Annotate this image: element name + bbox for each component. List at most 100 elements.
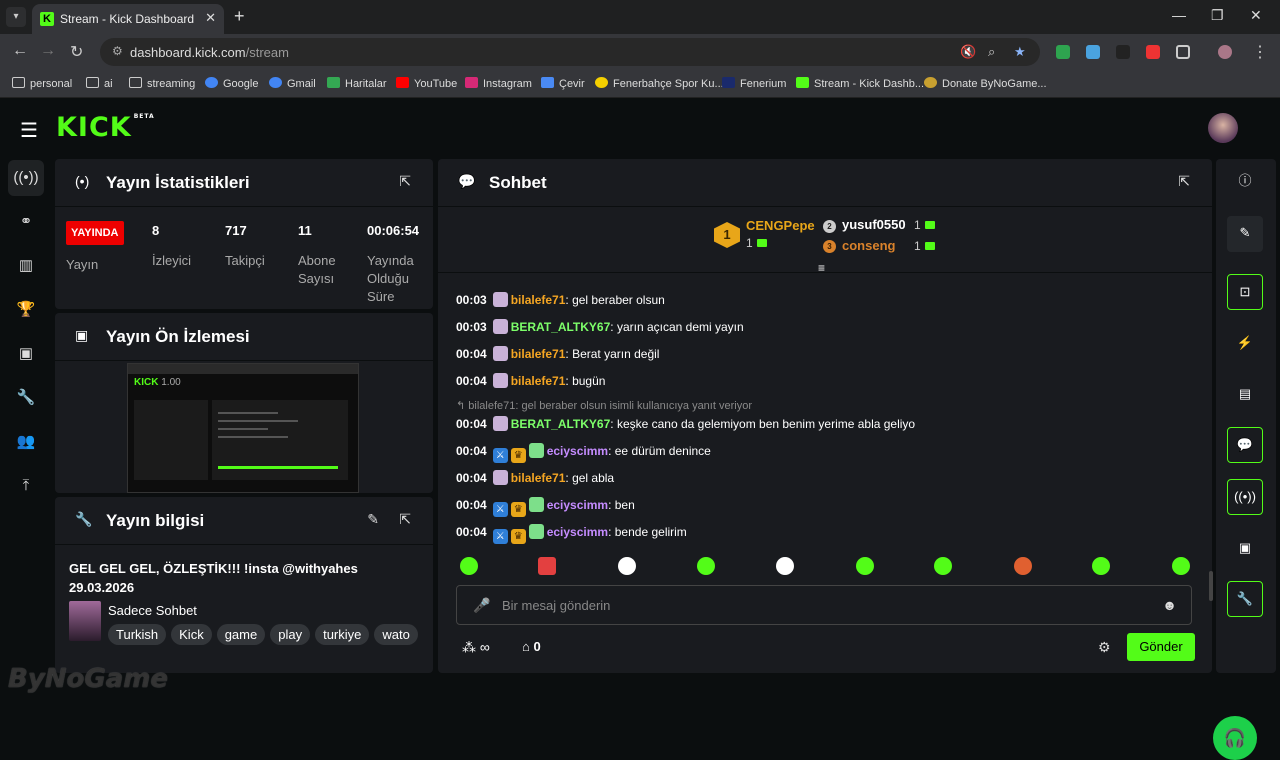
bookmark-bynogame[interactable]: Donate ByNoGame...	[924, 77, 1047, 90]
stream-nav-icon[interactable]: ((•))	[8, 160, 44, 196]
edit-pencil-icon[interactable]: ✎	[1227, 216, 1263, 252]
community-nav-icon[interactable]: 👥	[8, 424, 44, 460]
extensions-puzzle-icon[interactable]	[1176, 45, 1190, 59]
popout-icon[interactable]: ⇱	[399, 511, 411, 528]
chat-settings-gear-icon[interactable]: ⚙	[1098, 639, 1111, 656]
back-button[interactable]: ←	[12, 42, 28, 60]
chat-username[interactable]: eciyscimm	[547, 525, 608, 539]
info-icon[interactable]: ⓘ	[1227, 164, 1263, 200]
bookmark-personal[interactable]: personal	[12, 77, 72, 90]
menu-icon[interactable]: ☰	[20, 118, 38, 143]
close-window-button[interactable]: ✕	[1250, 7, 1262, 24]
trophy-nav-icon[interactable]: 🏆	[8, 292, 44, 328]
bookmark-gmail[interactable]: Gmail	[269, 77, 316, 90]
site-info-icon[interactable]: ⚙	[112, 44, 123, 58]
chat-message-input[interactable]: 🎤 Bir mesaj gönderin ☻	[456, 585, 1192, 625]
chat-username[interactable]: eciyscimm	[547, 444, 608, 458]
minimize-button[interactable]: —	[1172, 7, 1186, 23]
chat-username[interactable]: bilalefe71	[511, 293, 566, 307]
tools-nav-icon[interactable]: 🔧	[8, 380, 44, 416]
emote-icon[interactable]	[697, 557, 715, 575]
link-nav-icon[interactable]: ⚭	[8, 204, 44, 240]
chat-bubble-icon[interactable]: 💬	[1227, 427, 1263, 463]
emote-icon[interactable]	[1014, 557, 1032, 575]
emote-icon[interactable]	[776, 557, 794, 575]
emote-icon[interactable]	[934, 557, 952, 575]
zoom-icon[interactable]: ⌕	[988, 44, 995, 60]
maximize-button[interactable]: ❐	[1211, 7, 1224, 24]
wrench-icon[interactable]: 🔧	[1227, 581, 1263, 617]
profile-avatar[interactable]	[1218, 45, 1232, 59]
collapse-leaderboard-icon[interactable]: ≡	[818, 261, 825, 275]
microphone-icon[interactable]: 🎤	[473, 597, 490, 614]
browser-menu-icon[interactable]: ⋮	[1252, 42, 1268, 62]
popout-icon[interactable]: ⇱	[1178, 173, 1190, 190]
bookmark-star-icon[interactable]: ★	[1014, 44, 1026, 60]
send-button[interactable]: Gönder	[1127, 633, 1195, 661]
chat-scrollbar[interactable]	[1209, 571, 1213, 601]
bookmark-kick-dashboard[interactable]: Stream - Kick Dashb...	[796, 77, 924, 90]
upload-nav-icon[interactable]: ⤒	[8, 468, 44, 504]
bookmark-instagram[interactable]: Instagram	[465, 77, 532, 90]
video-extension-icon[interactable]	[1146, 45, 1160, 59]
tag[interactable]: wato	[374, 624, 418, 645]
bookmark-youtube[interactable]: YouTube	[396, 77, 457, 90]
tag[interactable]: game	[216, 624, 266, 645]
bookmark-ai[interactable]: ai	[86, 77, 113, 90]
shield-extension-icon[interactable]	[1056, 45, 1070, 59]
chat-username[interactable]: bilalefe71	[511, 347, 566, 361]
tag[interactable]: Kick	[171, 624, 212, 645]
support-headset-icon[interactable]: 🎧	[1213, 716, 1257, 760]
translate-extension-icon[interactable]	[1086, 45, 1100, 59]
screenshot-icon[interactable]: ⊡	[1227, 274, 1263, 310]
new-tab-button[interactable]: +	[234, 6, 245, 27]
store-count[interactable]: ⌂ 0	[522, 639, 541, 654]
browser-tab[interactable]: K Stream - Kick Dashboard ✕	[32, 4, 224, 34]
bookmark-streaming[interactable]: streaming	[129, 77, 195, 90]
gifter-name[interactable]: conseng	[842, 238, 895, 253]
tab-search-button[interactable]: ▾	[6, 7, 26, 27]
stream-preview-thumbnail[interactable]: KICK 1.00	[127, 363, 359, 493]
emoji-picker-icon[interactable]: ☻	[1162, 597, 1177, 613]
bookmark-maps[interactable]: Haritalar	[327, 77, 387, 90]
chat-username[interactable]: eciyscimm	[547, 498, 608, 512]
notes-icon[interactable]: ▤	[1227, 377, 1263, 413]
chat-username[interactable]: BERAT_ALTKY67	[511, 320, 611, 334]
address-bar[interactable]: ⚙ dashboard.kick.com/stream 🔇 ⌕ ★	[100, 38, 1040, 66]
emote-icon[interactable]	[538, 557, 556, 575]
emote-icon[interactable]	[1172, 557, 1190, 575]
bookmark-fenerium[interactable]: Fenerium	[722, 77, 786, 90]
bookmark-translate[interactable]: Çevir	[541, 77, 585, 90]
chat-username[interactable]: bilalefe71	[511, 471, 566, 485]
video-nav-icon[interactable]: ▣	[8, 336, 44, 372]
kick-logo[interactable]: KICK BETA	[56, 112, 155, 143]
forward-button[interactable]: →	[40, 42, 56, 60]
emote-icon[interactable]	[1092, 557, 1110, 575]
emote-icon[interactable]	[460, 557, 478, 575]
gifter-name[interactable]: yusuf0550	[842, 217, 906, 232]
popout-icon[interactable]: ⇱	[399, 173, 411, 190]
gifter-name[interactable]: CENGPepe	[746, 218, 815, 233]
emote-icon[interactable]	[856, 557, 874, 575]
analytics-nav-icon[interactable]: ▥	[8, 248, 44, 284]
tab-close-icon[interactable]: ✕	[205, 10, 216, 26]
user-avatar[interactable]	[1208, 113, 1238, 143]
emote-icon[interactable]	[618, 557, 636, 575]
lightning-icon[interactable]: ⚡	[1227, 326, 1263, 362]
tag[interactable]: turkiye	[315, 624, 370, 645]
tag[interactable]: play	[270, 624, 311, 645]
channel-points[interactable]: ⁂ ∞	[462, 639, 490, 656]
chat-username[interactable]: BERAT_ALTKY67	[511, 417, 611, 431]
edit-pencil-icon[interactable]: ✎	[367, 511, 379, 528]
camera-icon[interactable]: ▣	[1227, 531, 1263, 567]
category-thumbnail[interactable]	[69, 601, 101, 641]
muted-icon[interactable]: 🔇	[960, 44, 976, 60]
category-name[interactable]: Sadece Sohbet	[108, 603, 197, 618]
reload-button[interactable]: ↻	[70, 42, 83, 62]
broadcast-icon[interactable]: ((•))	[1227, 479, 1263, 515]
bookmark-google[interactable]: Google	[205, 77, 258, 90]
extension-icon[interactable]	[1116, 45, 1130, 59]
tag[interactable]: Turkish	[108, 624, 167, 645]
bookmark-fenerbahce[interactable]: Fenerbahçe Spor Ku...	[595, 77, 724, 90]
chat-username[interactable]: bilalefe71	[511, 374, 566, 388]
